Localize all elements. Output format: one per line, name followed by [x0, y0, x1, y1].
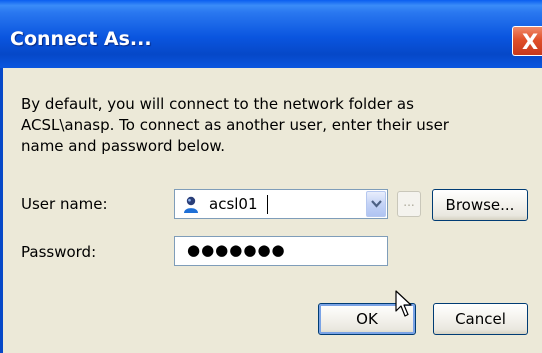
connect-as-dialog: Connect As... X By default, you will con… — [0, 0, 542, 353]
ellipsis-button[interactable]: ... — [397, 191, 421, 217]
password-value: ●●●●●●● — [187, 241, 286, 259]
close-icon: X — [522, 30, 539, 54]
description-line: name and password below. — [21, 137, 226, 155]
user-icon — [184, 196, 198, 213]
title-bar[interactable]: Connect As... X — [0, 0, 542, 68]
username-value[interactable]: acsl01 — [209, 195, 258, 213]
description-line: By default, you will connect to the netw… — [21, 95, 414, 113]
dialog-title: Connect As... — [10, 28, 152, 50]
close-button[interactable]: X — [512, 26, 542, 56]
browse-button[interactable]: Browse... — [432, 189, 528, 221]
password-label: Password: — [21, 243, 97, 261]
description-line: ACSL\anasp. To connect as another user, … — [21, 116, 449, 134]
chevron-down-icon — [371, 200, 382, 208]
mouse-cursor-icon — [395, 290, 412, 317]
text-caret — [267, 195, 268, 214]
description-text: By default, you will connect to the netw… — [21, 94, 491, 157]
cancel-button[interactable]: Cancel — [433, 303, 528, 335]
password-field[interactable]: ●●●●●●● — [174, 236, 388, 266]
username-label: User name: — [21, 195, 108, 213]
dropdown-button[interactable] — [366, 191, 386, 217]
username-combobox[interactable]: acsl01 — [174, 189, 388, 219]
